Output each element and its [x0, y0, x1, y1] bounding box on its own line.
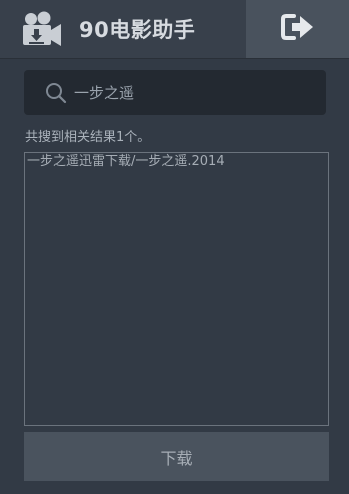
exit-button[interactable]: [246, 0, 349, 58]
sign-out-icon: [280, 13, 315, 45]
search-icon: [44, 81, 68, 105]
video-camera-download-icon: [22, 11, 62, 47]
search-box: [24, 70, 326, 115]
results-list[interactable]: 一步之遥迅雷下载/一步之遥.2014: [24, 152, 329, 426]
result-summary: 共搜到相关结果1个。: [25, 130, 151, 145]
download-button[interactable]: 下载: [24, 432, 329, 481]
header: 90电影助手: [0, 0, 349, 59]
list-item[interactable]: 一步之遥迅雷下载/一步之遥.2014: [25, 153, 328, 170]
search-input[interactable]: [74, 78, 314, 107]
app-title: 90电影助手: [79, 18, 196, 42]
